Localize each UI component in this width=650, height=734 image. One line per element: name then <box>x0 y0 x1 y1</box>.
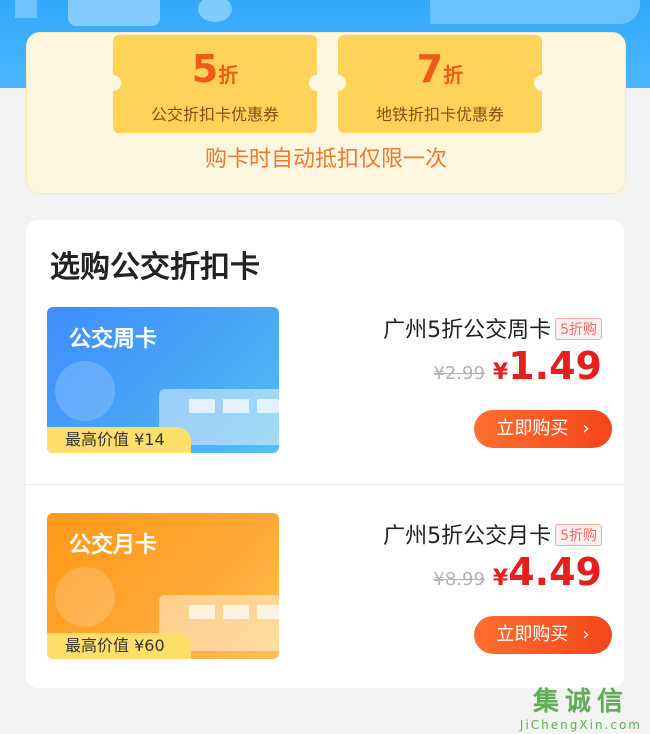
product-item: 公交月卡 最高价值 ¥60 广州5折公交月卡 5折购 ¥8.99 ¥4.49 立即购… <box>26 512 624 672</box>
coupon-caption: 地铁折扣卡优惠券 <box>375 105 504 124</box>
thumb-title: 公交月卡 <box>69 533 158 558</box>
train-illustration <box>430 0 640 24</box>
discount-badge: 5折购 <box>555 318 602 340</box>
sale-price: 4.49 <box>508 550 602 594</box>
original-price: ¥2.99 <box>433 363 485 384</box>
bus-illustration <box>68 0 160 26</box>
product-name: 广州5折公交月卡 5折购 <box>383 518 602 550</box>
watermark-text: 集诚信 <box>532 687 629 717</box>
product-card: 选购公交折扣卡 公交周卡 最高价值 ¥14 广州5折公交周卡 5折购 ¥2.99 ¥… <box>26 220 624 688</box>
chevron-right-icon: › <box>582 418 590 439</box>
section-title: 选购公交折扣卡 <box>50 250 260 285</box>
watermark-url: JiChengXin.com <box>519 718 642 732</box>
bus-coupon[interactable]: 5折 公交折扣卡优惠券 <box>105 35 325 133</box>
discount-badge: 5折购 <box>555 524 602 546</box>
coupon-discount: 5折 <box>191 47 239 91</box>
product-item: 公交周卡 最高价值 ¥14 广州5折公交周卡 5折购 ¥2.99 ¥1.49 立即购… <box>26 306 624 466</box>
price-row: ¥2.99 ¥1.49 <box>433 344 602 388</box>
monthly-card-image[interactable]: 公交月卡 最高价值 ¥60 <box>47 513 279 659</box>
metro-coupon[interactable]: 7折 地铁折扣卡优惠券 <box>330 35 550 133</box>
coupon-discount: 7折 <box>416 47 464 91</box>
sale-price: 1.49 <box>508 344 602 388</box>
currency-symbol: ¥ <box>492 566 509 591</box>
max-value-tag: 最高价值 ¥60 <box>47 633 191 659</box>
watermark: 集诚信 JiChengXin.com <box>520 681 642 732</box>
weekly-card-image[interactable]: 公交周卡 最高价值 ¥14 <box>47 307 279 453</box>
thumb-title: 公交周卡 <box>69 327 158 352</box>
buy-now-button[interactable]: 立即购买 › <box>474 410 612 448</box>
chevron-right-icon: › <box>582 624 590 645</box>
original-price: ¥8.99 <box>433 569 485 590</box>
tree-decoration <box>55 361 115 421</box>
tree-decoration <box>55 567 115 627</box>
coupon-panel: 5折 公交折扣卡优惠券 7折 地铁折扣卡优惠券 购卡时自动抵扣仅限一次 <box>26 32 626 194</box>
max-value-tag: 最高价值 ¥14 <box>47 427 191 453</box>
price-row: ¥8.99 ¥4.49 <box>433 550 602 594</box>
building-illustration <box>15 0 37 18</box>
coupon-caption: 公交折扣卡优惠券 <box>150 105 279 124</box>
currency-symbol: ¥ <box>492 360 509 385</box>
product-name: 广州5折公交周卡 5折购 <box>383 312 602 344</box>
buy-now-button[interactable]: 立即购买 › <box>474 616 612 654</box>
divider <box>26 484 624 485</box>
coupon-note: 购卡时自动抵扣仅限一次 <box>204 147 447 172</box>
tree-illustration <box>198 0 232 22</box>
